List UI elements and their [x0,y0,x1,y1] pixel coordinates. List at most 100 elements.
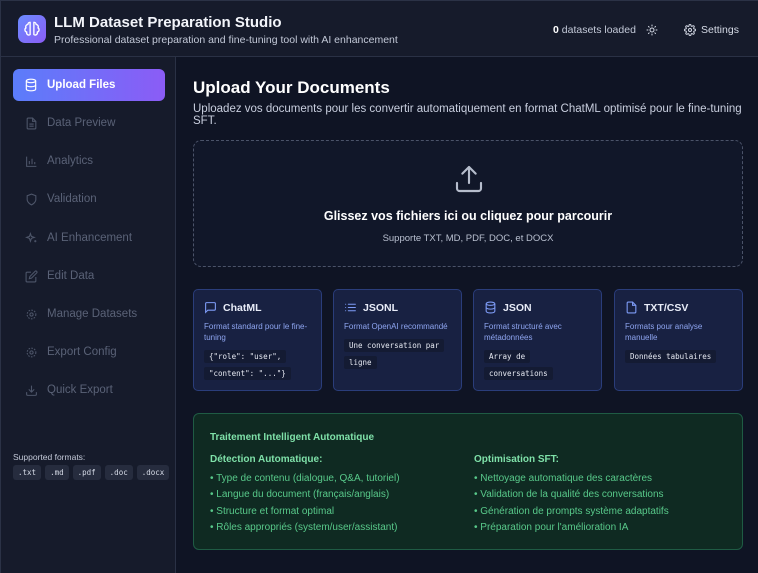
format-chip: .txt [13,465,42,480]
sidebar-item-data-preview[interactable]: Data Preview [13,107,165,139]
card-description: Format OpenAI recommandé [344,322,448,331]
sft-optimization-column: Optimisation SFT: • Nettoyage automatiqu… [474,454,669,536]
edit-icon [24,269,38,283]
code-line: {"role": "user", [204,350,287,363]
dropzone-title: Glissez vos fichiers ici ou cliquez pour… [323,209,613,223]
supported-formats-label: Supported formats: [13,452,86,462]
sidebar-item-label: Quick Export [47,384,113,396]
sidebar-item-edit-data[interactable]: Edit Data [13,260,165,292]
format-chip: .md [45,465,69,480]
code-line: Données tabulaires [625,350,717,363]
message-square-icon [205,302,216,314]
app-title: LLM Dataset Preparation Studio [54,14,282,31]
card-title: JSONL [363,301,399,314]
upload-icon [455,165,483,193]
card-description: Format structuré avec métadonnées [484,322,562,342]
list-item: • Structure et format optimal [210,505,335,517]
datasets-count-label: datasets loaded [561,24,636,36]
list-item: • Langue du document (français/anglais) [210,489,390,501]
card-code-sample: Array de [484,348,531,365]
list-item: • Nettoyage automatique des caractères [474,473,653,484]
sidebar-item-validation[interactable]: Validation [13,183,165,215]
database-icon [24,78,38,92]
card-code-sample: Données tabulaires [625,348,717,365]
shield-icon [24,192,38,206]
dropzone-subtitle: Supporte TXT, MD, PDF, DOC, et DOCX [382,233,554,244]
format-card-jsonl: JSONL Format OpenAI recommandé Une conve… [333,289,462,391]
format-card-json: JSON Format structuré avec métadonnées A… [473,289,602,391]
sparkles-icon [24,231,38,245]
gear-icon [24,345,38,359]
format-chip: .doc [104,465,133,480]
card-description: Formats pour analyse manuelle [625,322,703,342]
main-content: Upload Your Documents Uploadez vos docum… [177,57,758,573]
sidebar-item-label: Export Config [47,346,117,358]
settings-label: Settings [701,24,739,36]
code-line: "content": "..."} [204,367,291,380]
code-line: Une conversation par [344,339,445,352]
card-code-sample: "content": "..."} [204,365,291,382]
sidebar-item-label: Analytics [47,155,94,167]
list-item: • Validation de la qualité des conversat… [474,489,664,501]
gear-icon [684,24,696,36]
column-title: Optimisation SFT: [474,454,559,465]
column-title: Détection Automatique: [210,454,323,465]
card-title: TXT/CSV [644,301,689,314]
sidebar-item-quick-export[interactable]: Quick Export [13,374,165,406]
format-chip: .docx [136,465,170,480]
brain-logo-icon [18,15,46,43]
supported-formats-list: .txt .md .pdf .doc .docx [13,465,170,480]
card-header: JSONL [344,301,398,314]
sidebar: Upload Files Data Preview Analytics Vali… [1,57,176,573]
download-icon [24,383,38,397]
sidebar-item-label: AI Enhancement [47,232,133,244]
datasets-count-status: 0 datasets loaded [553,24,636,36]
format-card-chatml: ChatML Format standard pour le fine-tuni… [193,289,322,391]
database-icon [485,301,496,314]
ai-processing-panel: Traitement Intelligent Automatique Détec… [193,413,743,550]
datasets-count: 0 [553,24,559,36]
list-item: • Génération de prompts système adaptati… [474,505,669,517]
card-description: Format standard pour le fine-tuning [204,322,308,342]
list-icon [345,303,356,312]
card-header: TXT/CSV [625,301,688,314]
sun-icon [646,24,658,36]
format-chip: .pdf [72,465,101,480]
page-title: Upload Your Documents [193,78,390,97]
page-description: Uploadez vos documents pour les converti… [193,103,742,127]
card-title: JSON [503,301,532,314]
gear-icon [24,307,38,321]
sidebar-item-upload-files[interactable]: Upload Files [13,69,165,101]
card-code-sample: conversations [484,365,553,382]
list-item: • Préparation pour l'amélioration IA [474,521,629,533]
code-line: conversations [484,367,553,380]
auto-detection-column: Détection Automatique: • Type de contenu… [210,454,400,536]
list-item: • Rôles appropriés (system/user/assistan… [210,521,398,533]
card-code-sample: Une conversation par [344,337,445,354]
card-header: ChatML [204,301,262,314]
app-header: LLM Dataset Preparation Studio Professio… [1,1,758,57]
settings-button[interactable]: Settings [684,21,739,39]
theme-toggle-button[interactable] [643,21,661,39]
file-icon [626,301,637,314]
sidebar-item-ai-enhancement[interactable]: AI Enhancement [13,222,165,254]
sidebar-item-label: Upload Files [47,79,116,91]
card-title: ChatML [223,301,262,314]
sidebar-item-analytics[interactable]: Analytics [13,145,165,177]
sidebar-item-label: Data Preview [47,117,116,129]
card-header: JSON [484,301,532,314]
card-code-sample: {"role": "user", [204,348,287,365]
code-line: Array de [484,350,531,363]
sidebar-item-manage-datasets[interactable]: Manage Datasets [13,298,165,330]
app-window: LLM Dataset Preparation Studio Professio… [0,0,758,573]
sidebar-item-label: Manage Datasets [47,308,138,320]
ai-panel-title: Traitement Intelligent Automatique [210,432,375,443]
app-subtitle: Professional dataset preparation and fin… [54,34,398,46]
sidebar-item-label: Edit Data [47,270,95,282]
file-text-icon [24,116,38,130]
sidebar-item-export-config[interactable]: Export Config [13,336,165,368]
list-item: • Type de contenu (dialogue, Q&A, tutori… [210,473,400,484]
file-dropzone[interactable]: Glissez vos fichiers ici ou cliquez pour… [193,140,743,267]
card-code-sample: ligne [344,354,377,371]
sidebar-item-label: Validation [47,193,97,205]
